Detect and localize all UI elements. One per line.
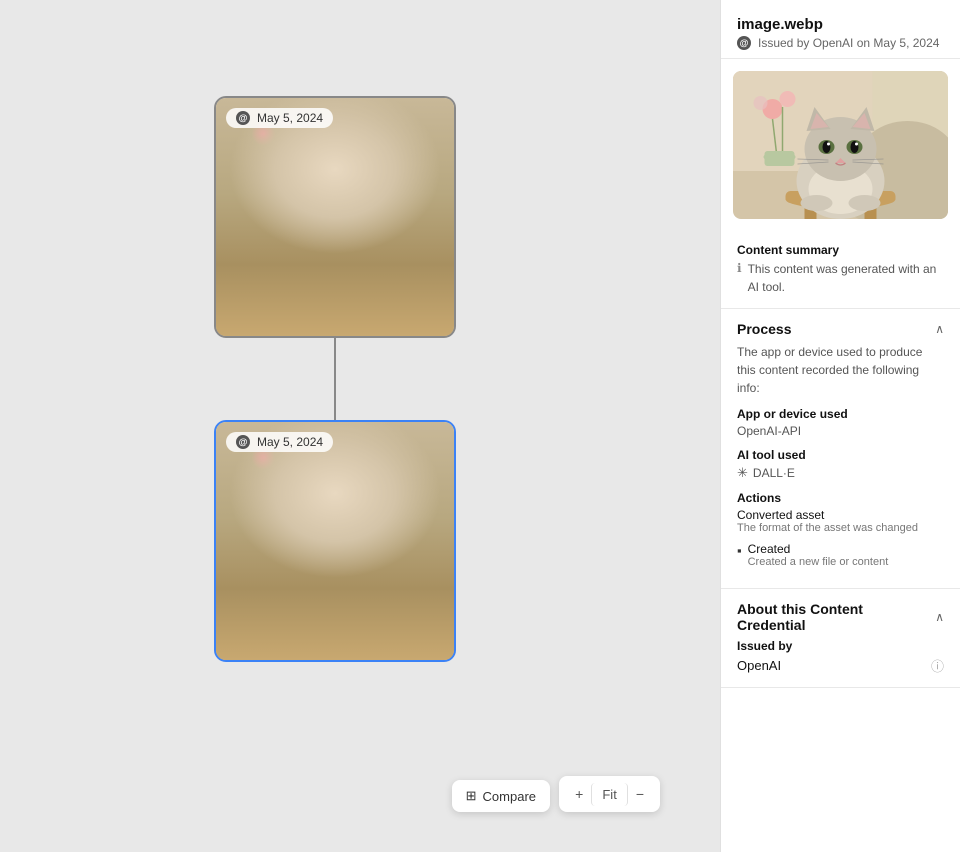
top-cat-image xyxy=(216,98,454,336)
process-section-header: Process ∧ xyxy=(737,321,944,337)
top-node-badge: @ May 5, 2024 xyxy=(226,108,333,128)
panel-image xyxy=(733,71,948,219)
action-converted: Converted asset The format of the asset … xyxy=(737,508,944,534)
c2pa-icon-top: @ xyxy=(236,111,250,125)
right-panel: image.webp @ Issued by OpenAI on May 5, … xyxy=(720,0,960,852)
issued-by-label: Issued by xyxy=(737,639,944,653)
content-summary-body: ℹ This content was generated with an AI … xyxy=(737,260,944,296)
about-chevron[interactable]: ∧ xyxy=(935,610,944,624)
actions-label: Actions xyxy=(737,491,944,505)
zoom-toolbar: + Fit − xyxy=(559,776,660,812)
about-section-header: About this Content Credential ∧ xyxy=(737,601,944,633)
canvas-area: @ May 5, 2024 xyxy=(0,0,720,852)
info-icon: ℹ xyxy=(737,261,742,275)
fit-button[interactable]: Fit xyxy=(591,783,627,806)
about-section: About this Content Credential ∧ Issued b… xyxy=(721,589,960,688)
content-summary-text: This content was generated with an AI to… xyxy=(748,260,944,296)
action-created: ▪ Created Created a new file or content xyxy=(737,542,944,568)
top-image-node[interactable]: @ May 5, 2024 xyxy=(214,96,456,338)
dalle-icon: ✳ xyxy=(737,465,748,481)
panel-header: image.webp @ Issued by OpenAI on May 5, … xyxy=(721,0,960,59)
ai-tool-label: AI tool used xyxy=(737,448,944,462)
action-created-title: Created xyxy=(748,542,889,556)
app-label: App or device used xyxy=(737,407,944,421)
connector-line xyxy=(334,338,336,420)
content-summary-section: Content summary ℹ This content was gener… xyxy=(721,231,960,309)
issued-by-value: OpenAI xyxy=(737,658,781,673)
about-title: About this Content Credential xyxy=(737,601,935,633)
process-chevron[interactable]: ∧ xyxy=(935,322,944,336)
c2pa-icon-panel: @ xyxy=(737,36,751,50)
panel-title: image.webp xyxy=(737,16,944,33)
compare-icon: ⊞ xyxy=(466,788,477,804)
action-created-desc: Created a new file or content xyxy=(748,556,889,568)
help-icon[interactable]: ⓘ xyxy=(931,656,944,675)
process-description: The app or device used to produce this c… xyxy=(737,343,944,397)
panel-subtitle: @ Issued by OpenAI on May 5, 2024 xyxy=(737,36,944,50)
action-created-content: Created Created a new file or content xyxy=(748,542,889,568)
zoom-out-button[interactable]: − xyxy=(628,782,652,806)
bottom-node-badge: @ May 5, 2024 xyxy=(226,432,333,452)
bottom-image-node[interactable]: @ May 5, 2024 xyxy=(214,420,456,662)
action-converted-title: Converted asset xyxy=(737,508,944,522)
issued-by-row: OpenAI ⓘ xyxy=(737,656,944,675)
zoom-in-button[interactable]: + xyxy=(567,782,591,806)
process-section: Process ∧ The app or device used to prod… xyxy=(721,309,960,589)
app-value: OpenAI-API xyxy=(737,424,944,438)
content-summary-title: Content summary xyxy=(737,243,944,257)
compare-button[interactable]: ⊞ Compare xyxy=(452,780,550,812)
action-converted-desc: The format of the asset was changed xyxy=(737,522,944,534)
action-created-row: ▪ Created Created a new file or content xyxy=(737,542,944,568)
ai-tool-value: DALL·E xyxy=(753,466,795,480)
c2pa-icon-bottom: @ xyxy=(236,435,250,449)
created-icon: ▪ xyxy=(737,543,742,558)
process-title: Process xyxy=(737,321,791,337)
ai-tool-value-row: ✳ DALL·E xyxy=(737,465,944,481)
bottom-cat-image xyxy=(216,422,454,660)
